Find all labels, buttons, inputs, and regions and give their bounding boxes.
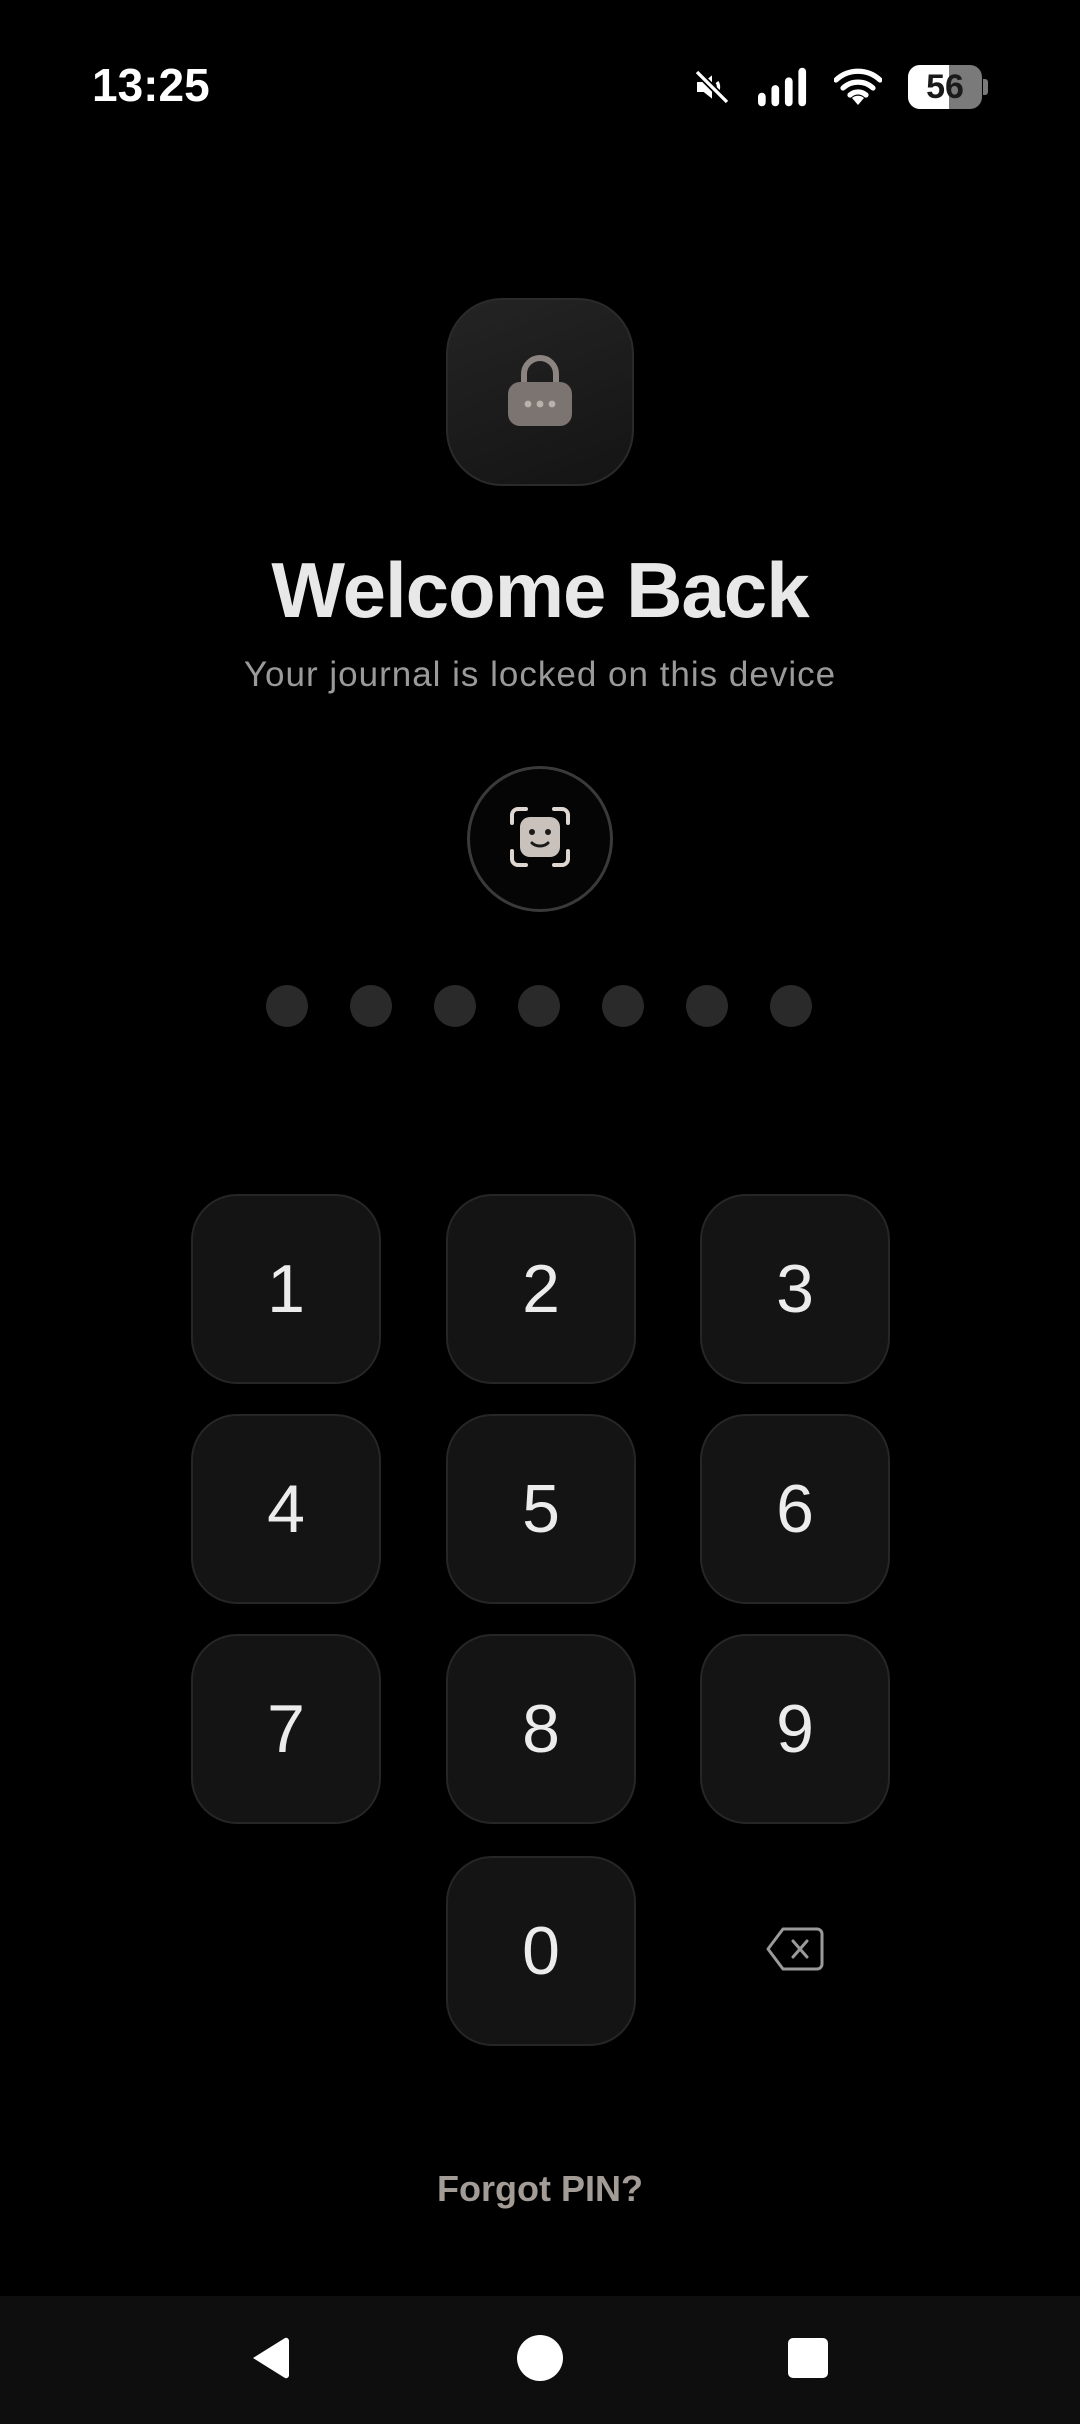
keypad-key-4[interactable]: 4 xyxy=(191,1414,381,1604)
pin-dot xyxy=(518,985,560,1027)
pin-dot xyxy=(602,985,644,1027)
pin-dot xyxy=(434,985,476,1027)
keypad-key-6[interactable]: 6 xyxy=(700,1414,890,1604)
keypad-key-1[interactable]: 1 xyxy=(191,1194,381,1384)
nav-home-button[interactable] xyxy=(498,2318,582,2402)
face-id-icon xyxy=(508,805,572,874)
battery-level: 56 xyxy=(926,68,964,106)
padlock-icon xyxy=(502,350,578,435)
keypad-key-5[interactable]: 5 xyxy=(446,1414,636,1604)
status-bar: 13:25 56 xyxy=(0,0,1080,176)
face-unlock-button[interactable] xyxy=(467,766,613,912)
forgot-pin-link[interactable]: Forgot PIN? xyxy=(0,2168,1080,2210)
backspace-button[interactable] xyxy=(700,1856,890,2046)
wifi-icon xyxy=(834,67,882,107)
pin-dot xyxy=(266,985,308,1027)
page-title: Welcome Back xyxy=(271,546,809,634)
recents-square-icon xyxy=(786,2336,830,2385)
mute-icon xyxy=(692,67,732,107)
page-subtitle: Your journal is locked on this device xyxy=(243,655,837,694)
signal-icon xyxy=(758,67,808,107)
home-circle-icon xyxy=(515,2333,565,2388)
status-icons: 56 xyxy=(692,62,988,112)
pin-dot xyxy=(350,985,392,1027)
backspace-icon xyxy=(765,1926,825,1977)
pin-dot xyxy=(770,985,812,1027)
keypad-key-0[interactable]: 0 xyxy=(446,1856,636,2046)
back-triangle-icon xyxy=(247,2333,293,2388)
keypad-key-2[interactable]: 2 xyxy=(446,1194,636,1384)
pin-indicator xyxy=(266,985,814,1029)
lock-badge xyxy=(446,298,634,486)
navigation-bar xyxy=(0,2296,1080,2424)
keypad-key-9[interactable]: 9 xyxy=(700,1634,890,1824)
keypad-key-3[interactable]: 3 xyxy=(700,1194,890,1384)
nav-back-button[interactable] xyxy=(228,2318,312,2402)
nav-recents-button[interactable] xyxy=(766,2318,850,2402)
keypad-key-7[interactable]: 7 xyxy=(191,1634,381,1824)
status-time: 13:25 xyxy=(92,59,210,111)
pin-dot xyxy=(686,985,728,1027)
battery-icon: 56 xyxy=(908,65,988,109)
keypad-key-8[interactable]: 8 xyxy=(446,1634,636,1824)
